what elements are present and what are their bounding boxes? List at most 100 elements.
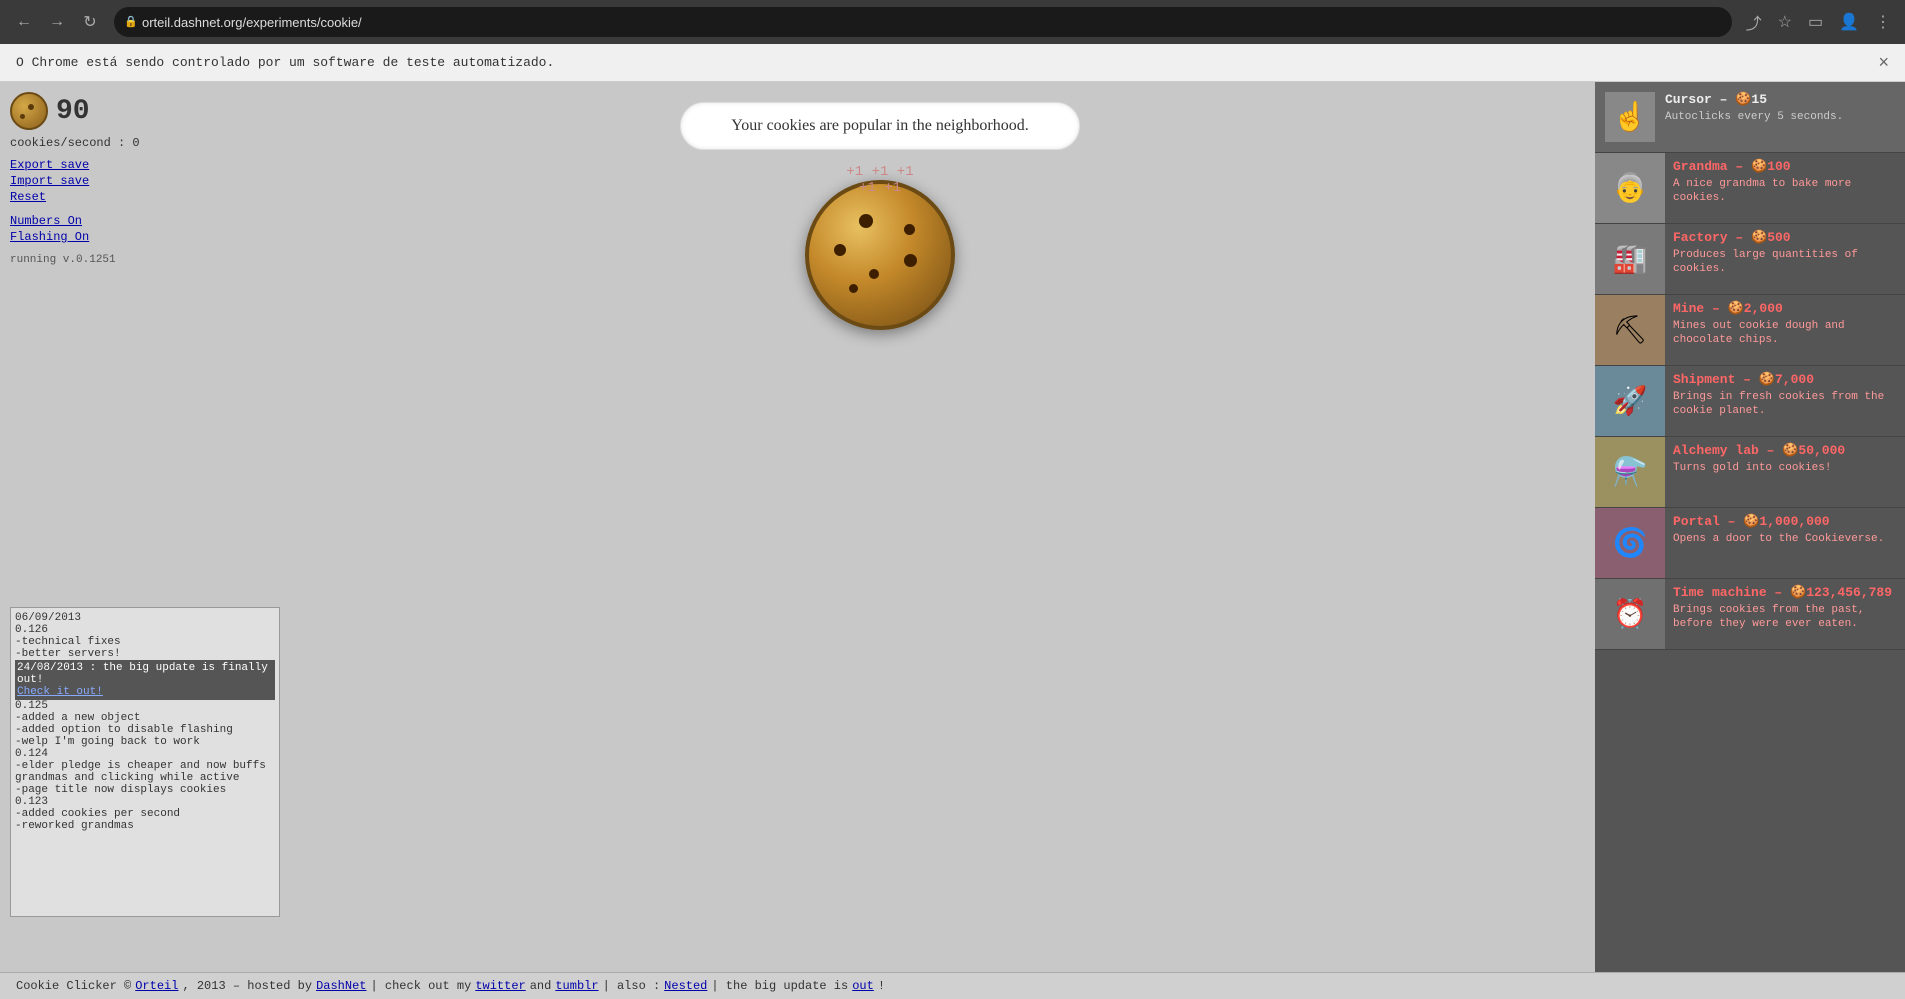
chip2 <box>834 244 846 256</box>
reset-link[interactable]: Reset <box>10 190 155 204</box>
automation-close-button[interactable]: × <box>1878 52 1889 73</box>
log-entry: 0.125 <box>15 700 275 712</box>
footer-year: , 2013 – hosted by <box>182 979 312 993</box>
shop-item-title: Time machine – 🍪123,456,789 <box>1673 585 1897 600</box>
shop-item-image: 🚀 <box>1595 366 1665 436</box>
main-area: Your cookies are popular in the neighbor… <box>165 82 1595 972</box>
shop-item[interactable]: 🏭 Factory – 🍪500 Produces large quantities… <box>1595 224 1905 295</box>
footer: Cookie Clicker © Orteil , 2013 – hosted … <box>0 972 1905 999</box>
game-container: 90 cookies/second : 0 Export save Import… <box>0 82 1905 972</box>
version-text: running v.0.1251 <box>10 254 155 266</box>
forward-button[interactable]: → <box>43 8 71 36</box>
shop-item-title: Portal – 🍪1,000,000 <box>1673 514 1897 529</box>
footer-and: and <box>530 979 552 993</box>
shop-item-info: Shipment – 🍪7,000Brings in fresh cookies… <box>1665 366 1905 436</box>
shop-item-description: Brings cookies from the past, before the… <box>1673 603 1897 632</box>
browser-toolbar: ← → ↻ 🔒 ⤴ ☆ ▭ 👤 ⋮ <box>0 0 1905 44</box>
log-entry: -better servers! <box>15 648 275 660</box>
shop-item[interactable]: ⛏ Mine – 🍪2,000 Mines out cookie dough and… <box>1595 295 1905 366</box>
changelog-panel[interactable]: 06/09/20130.126-technical fixes-better s… <box>10 607 280 917</box>
chip5 <box>904 224 915 235</box>
shop-item-description: Brings in fresh cookies from the cookie … <box>1673 390 1897 419</box>
cursor-panel[interactable]: ☝ Cursor – 🍪15 Autoclicks every 5 second… <box>1595 82 1905 153</box>
back-button[interactable]: ← <box>10 8 38 36</box>
footer-orteil-link[interactable]: Orteil <box>135 979 178 993</box>
menu-icon[interactable]: ⋮ <box>1871 8 1895 36</box>
cookie-icon-small <box>10 92 48 130</box>
click-counter: +1 +1 +1+1 +1 <box>846 164 913 196</box>
footer-end: ! <box>878 979 885 993</box>
export-save-link[interactable]: Export save <box>10 158 155 172</box>
numbers-toggle[interactable]: Numbers On <box>10 214 155 228</box>
big-cookie-button[interactable]: +1 +1 +1+1 +1 <box>805 180 955 330</box>
log-entry: -added option to disable flashing <box>15 724 275 736</box>
shop-item-title: Mine – 🍪2,000 <box>1673 301 1897 316</box>
shop-item-image: ⛏ <box>1595 295 1665 365</box>
footer-twitter-link[interactable]: twitter <box>475 979 525 993</box>
save-links: Export save Import save Reset <box>10 158 155 204</box>
shop-item[interactable]: 🚀Shipment – 🍪7,000Brings in fresh cookie… <box>1595 366 1905 437</box>
message-bubble: Your cookies are popular in the neighbor… <box>680 102 1079 150</box>
automation-text: O Chrome está sendo controlado por um so… <box>16 55 554 70</box>
shop-item-description: Opens a door to the Cookieverse. <box>1673 532 1897 546</box>
cursor-image: ☝ <box>1605 92 1655 142</box>
nav-buttons: ← → ↻ <box>10 8 104 36</box>
footer-out-link[interactable]: out <box>852 979 874 993</box>
log-entry: 0.126 <box>15 624 275 636</box>
import-save-link[interactable]: Import save <box>10 174 155 188</box>
footer-sep2: | also : <box>603 979 661 993</box>
flashing-toggle[interactable]: Flashing On <box>10 230 155 244</box>
cursor-title: Cursor – 🍪15 <box>1665 92 1895 107</box>
shop-item-description: Mines out cookie dough and chocolate chi… <box>1673 319 1897 348</box>
shop-item-image: ⚗️ <box>1595 437 1665 507</box>
chip3 <box>869 269 879 279</box>
browser-actions: ⤴ ☆ ▭ 👤 ⋮ <box>1742 6 1895 38</box>
log-entry: -added cookies per second <box>15 808 275 820</box>
footer-sep3: | the big update is <box>711 979 848 993</box>
shop-item-image: 🌀 <box>1595 508 1665 578</box>
shop-item-image: 👵 <box>1595 153 1665 223</box>
chip4 <box>904 254 917 267</box>
log-entry: -reworked grandmas <box>15 820 275 832</box>
footer-nested-link[interactable]: Nested <box>664 979 707 993</box>
shop-item-title: Alchemy lab – 🍪50,000 <box>1673 443 1897 458</box>
log-entry: 0.124 <box>15 748 275 760</box>
shop-item-info: Time machine – 🍪123,456,789 Brings cookie… <box>1665 579 1905 649</box>
shop-panel: ☝ Cursor – 🍪15 Autoclicks every 5 second… <box>1595 82 1905 972</box>
footer-copyright: Cookie Clicker © <box>16 979 131 993</box>
shop-item[interactable]: ⏰Time machine – 🍪123,456,789Brings cooki… <box>1595 579 1905 650</box>
shop-item[interactable]: ⚗️ Alchemy lab – 🍪50,000 Turns gold into c… <box>1595 437 1905 508</box>
shop-item-description: A nice grandma to bake more cookies. <box>1673 177 1897 206</box>
footer-tumblr-link[interactable]: tumblr <box>555 979 598 993</box>
address-bar[interactable] <box>114 7 1732 37</box>
address-bar-container: 🔒 <box>114 7 1732 37</box>
shop-item-info: Grandma – 🍪100 A nice grandma to bake mor… <box>1665 153 1905 223</box>
share-icon[interactable]: ⤴ <box>1742 6 1766 38</box>
window-icon[interactable]: ▭ <box>1804 8 1827 36</box>
cookie-container: +1 +1 +1+1 +1 <box>805 180 955 330</box>
shop-item-title: Grandma – 🍪100 <box>1673 159 1897 174</box>
log-entry: -page title now displays cookies <box>15 784 275 796</box>
log-entry: -added a new object <box>15 712 275 724</box>
shop-item-image: 🏭 <box>1595 224 1665 294</box>
cursor-description: Autoclicks every 5 seconds. <box>1665 110 1895 124</box>
log-entry: 06/09/2013 <box>15 612 275 624</box>
footer-dashnet-link[interactable]: DashNet <box>316 979 366 993</box>
chip1 <box>859 214 873 228</box>
reload-button[interactable]: ↻ <box>76 8 104 36</box>
shop-item[interactable]: 🌀 Portal – 🍪1,000,000 Opens a door to the … <box>1595 508 1905 579</box>
shop-item-title: Factory – 🍪500 <box>1673 230 1897 245</box>
cursor-info: Cursor – 🍪15 Autoclicks every 5 seconds. <box>1665 92 1895 124</box>
log-entry: 0.123 <box>15 796 275 808</box>
shop-item-description: Turns gold into cookies! <box>1673 461 1897 475</box>
lock-icon: 🔒 <box>124 15 138 29</box>
profile-icon[interactable]: 👤 <box>1835 8 1863 36</box>
shop-items-container: 👵 Grandma – 🍪100 A nice grandma to bake mo… <box>1595 153 1905 650</box>
shop-item[interactable]: 👵 Grandma – 🍪100 A nice grandma to bake mo… <box>1595 153 1905 224</box>
star-icon[interactable]: ☆ <box>1774 8 1796 36</box>
cookies-per-second: cookies/second : 0 <box>10 136 155 150</box>
log-entry: -technical fixes <box>15 636 275 648</box>
automation-bar: O Chrome está sendo controlado por um so… <box>0 44 1905 82</box>
shop-item-info: Mine – 🍪2,000 Mines out cookie dough and … <box>1665 295 1905 365</box>
shop-item-description: Produces large quantities of cookies. <box>1673 248 1897 277</box>
